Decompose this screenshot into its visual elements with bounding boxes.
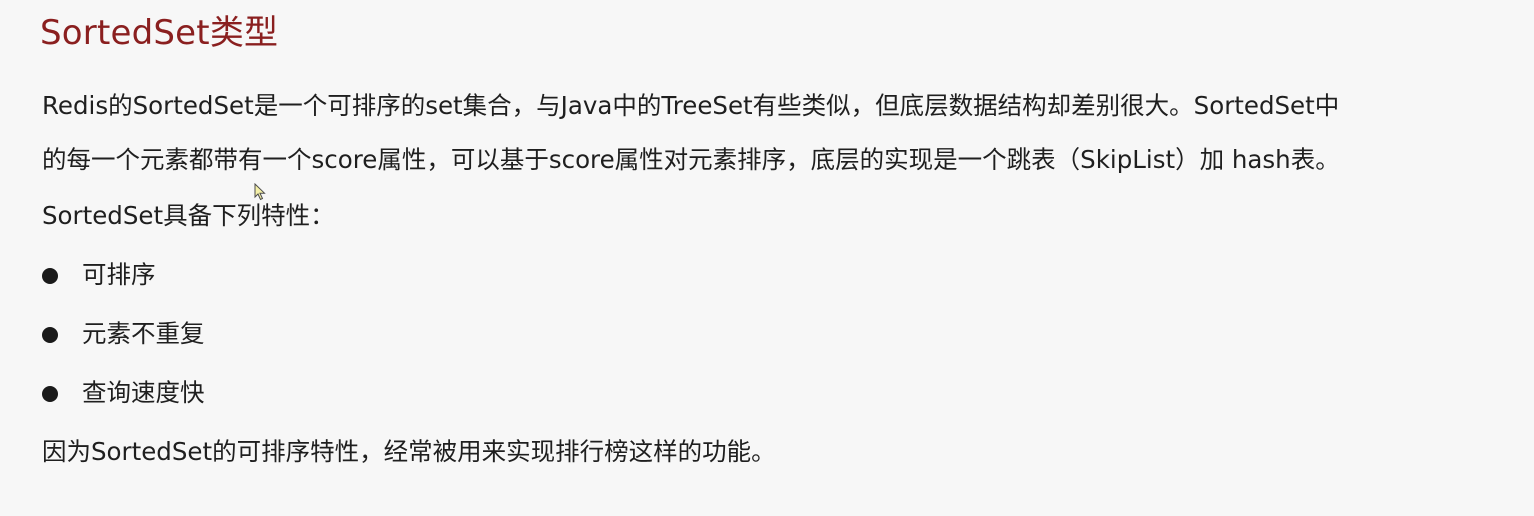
features-intro-text: SortedSet具备下列特性： [42, 201, 335, 230]
feature-list: 可排序 元素不重复 查询速度快 [42, 259, 205, 436]
list-item: 可排序 [42, 259, 205, 318]
feature-label: 查询速度快 [82, 378, 205, 407]
mouse-pointer-icon [254, 183, 266, 201]
page-title: SortedSet类型 [40, 13, 279, 53]
intro-paragraph-line-1: Redis的SortedSet是一个可排序的set集合，与Java中的TreeS… [42, 91, 1340, 120]
feature-label: 可排序 [82, 260, 156, 289]
bullet-icon [42, 327, 58, 343]
bullet-icon [42, 268, 58, 284]
bullet-icon [42, 386, 58, 402]
list-item: 查询速度快 [42, 377, 205, 436]
slide: SortedSet类型 Redis的SortedSet是一个可排序的set集合，… [0, 0, 1534, 516]
conclusion-text: 因为SortedSet的可排序特性，经常被用来实现排行榜这样的功能。 [42, 437, 776, 466]
list-item: 元素不重复 [42, 318, 205, 377]
feature-label: 元素不重复 [82, 319, 205, 348]
intro-paragraph-line-2: 的每一个元素都带有一个score属性，可以基于score属性对元素排序，底层的实… [42, 145, 1340, 174]
